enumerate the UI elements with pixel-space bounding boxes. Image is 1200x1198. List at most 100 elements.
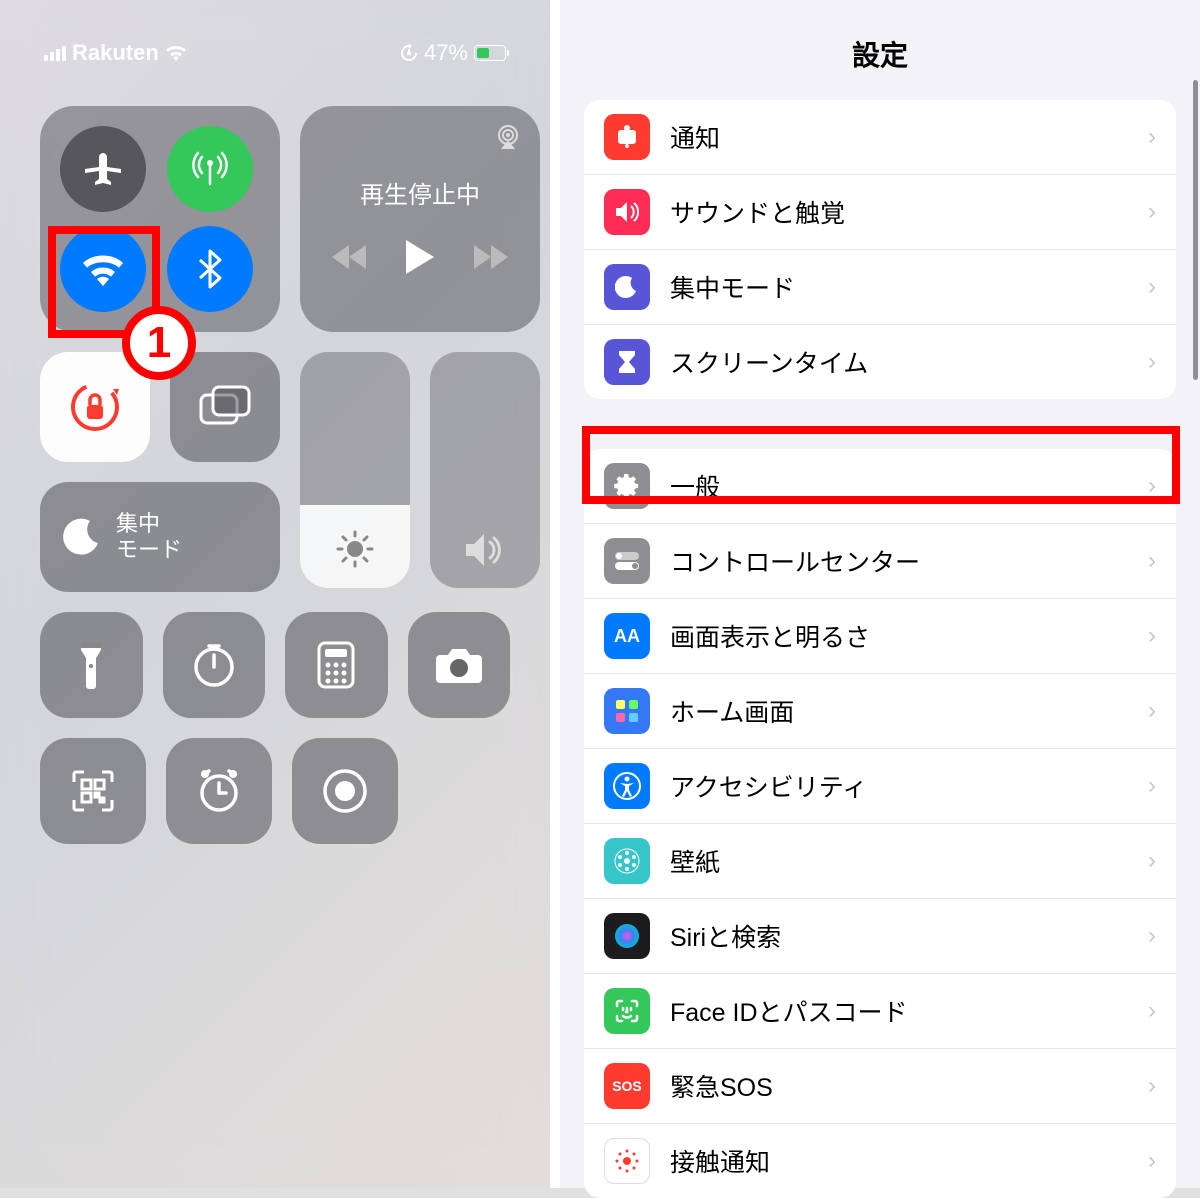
sos-icon: SOS bbox=[604, 1063, 650, 1109]
settings-label: ホーム画面 bbox=[670, 693, 1128, 729]
airplay-icon[interactable] bbox=[494, 124, 522, 150]
settings-app: 設定 通知 › サウンドと触覚 › 集中モード › スクリーンタイム › 一般 … bbox=[560, 0, 1200, 1188]
settings-row-moon[interactable]: 集中モード › bbox=[584, 250, 1176, 325]
signal-icon bbox=[44, 46, 66, 61]
chevron-right-icon: › bbox=[1148, 198, 1156, 226]
exposure-icon bbox=[604, 1138, 650, 1184]
speaker-icon bbox=[604, 189, 650, 235]
wifi-status-icon bbox=[165, 45, 187, 61]
settings-group-1: 通知 › サウンドと触覚 › 集中モード › スクリーンタイム › bbox=[584, 100, 1176, 399]
settings-label: 画面表示と明るさ bbox=[670, 618, 1128, 654]
flashlight-icon bbox=[77, 640, 105, 690]
media-status-label: 再生停止中 bbox=[360, 165, 480, 210]
settings-label: アクセシビリティ bbox=[670, 768, 1128, 804]
cellular-toggle[interactable] bbox=[167, 126, 253, 212]
lock-rotation-red-icon bbox=[67, 379, 123, 435]
camera-icon bbox=[434, 645, 484, 685]
play-button[interactable] bbox=[406, 240, 434, 274]
settings-label: 集中モード bbox=[670, 269, 1128, 305]
brightness-slider[interactable] bbox=[300, 352, 410, 588]
chevron-right-icon: › bbox=[1148, 922, 1156, 950]
screen-mirroring-button[interactable] bbox=[170, 352, 280, 462]
settings-row-exposure[interactable]: 接触通知 › bbox=[584, 1124, 1176, 1198]
calculator-icon bbox=[317, 641, 355, 689]
chevron-right-icon: › bbox=[1148, 697, 1156, 725]
chevron-right-icon: › bbox=[1148, 472, 1156, 500]
moon-icon bbox=[62, 517, 102, 557]
focus-mode-button[interactable]: 集中 モード bbox=[40, 482, 280, 592]
alarm-icon bbox=[195, 767, 243, 815]
lock-rotation-icon bbox=[400, 44, 418, 62]
faceid-icon bbox=[604, 988, 650, 1034]
settings-label: Face IDとパスコード bbox=[670, 993, 1128, 1029]
scroll-indicator[interactable] bbox=[1193, 80, 1198, 380]
camera-button[interactable] bbox=[408, 612, 511, 718]
screen-record-button[interactable] bbox=[292, 738, 398, 844]
settings-label: 緊急SOS bbox=[670, 1068, 1128, 1104]
volume-icon bbox=[464, 532, 506, 568]
gear-icon bbox=[604, 463, 650, 509]
focus-label: 集中 モード bbox=[116, 511, 182, 564]
settings-label: スクリーンタイム bbox=[670, 344, 1128, 380]
airplane-mode-toggle[interactable] bbox=[60, 126, 146, 212]
qr-scanner-button[interactable] bbox=[40, 738, 146, 844]
chevron-right-icon: › bbox=[1148, 1072, 1156, 1100]
timer-button[interactable] bbox=[163, 612, 266, 718]
settings-row-switches[interactable]: コントロールセンター › bbox=[584, 524, 1176, 599]
battery-icon bbox=[474, 45, 506, 61]
settings-row-hourglass[interactable]: スクリーンタイム › bbox=[584, 325, 1176, 399]
settings-label: 壁紙 bbox=[670, 843, 1128, 879]
home-grid-icon bbox=[604, 688, 650, 734]
media-panel[interactable]: 再生停止中 bbox=[300, 106, 540, 332]
status-bar: Rakuten 47% bbox=[40, 40, 510, 66]
sun-icon bbox=[336, 530, 374, 568]
rewind-button[interactable] bbox=[332, 245, 366, 269]
chevron-right-icon: › bbox=[1148, 622, 1156, 650]
chevron-right-icon: › bbox=[1148, 772, 1156, 800]
settings-label: 一般 bbox=[670, 468, 1128, 504]
chevron-right-icon: › bbox=[1148, 123, 1156, 151]
settings-row-siri[interactable]: Siriと検索 › bbox=[584, 899, 1176, 974]
forward-button[interactable] bbox=[474, 245, 508, 269]
settings-row-home-grid[interactable]: ホーム画面 › bbox=[584, 674, 1176, 749]
settings-group-2: 一般 › コントロールセンター › AA 画面表示と明るさ › ホーム画面 › … bbox=[584, 449, 1176, 1198]
settings-row-wallpaper[interactable]: 壁紙 › bbox=[584, 824, 1176, 899]
mirror-icon bbox=[199, 385, 251, 429]
settings-label: サウンドと触覚 bbox=[670, 194, 1128, 230]
chevron-right-icon: › bbox=[1148, 1147, 1156, 1175]
bluetooth-toggle[interactable] bbox=[167, 226, 253, 312]
settings-row-gear[interactable]: 一般 › bbox=[584, 449, 1176, 524]
settings-label: 通知 bbox=[670, 119, 1128, 155]
settings-row-speaker[interactable]: サウンドと触覚 › bbox=[584, 175, 1176, 250]
control-center: Rakuten 47% bbox=[0, 0, 550, 1188]
calculator-button[interactable] bbox=[285, 612, 388, 718]
wifi-icon bbox=[81, 252, 125, 286]
settings-label: コントロールセンター bbox=[670, 543, 1128, 579]
bell-icon bbox=[604, 114, 650, 160]
settings-row-text-size[interactable]: AA 画面表示と明るさ › bbox=[584, 599, 1176, 674]
accessibility-icon bbox=[604, 763, 650, 809]
flashlight-button[interactable] bbox=[40, 612, 143, 718]
settings-row-bell[interactable]: 通知 › bbox=[584, 100, 1176, 175]
hourglass-icon bbox=[604, 339, 650, 385]
settings-label: Siriと検索 bbox=[670, 918, 1128, 954]
settings-row-sos[interactable]: SOS 緊急SOS › bbox=[584, 1049, 1176, 1124]
carrier-label: Rakuten bbox=[72, 40, 159, 66]
settings-row-faceid[interactable]: Face IDとパスコード › bbox=[584, 974, 1176, 1049]
alarm-button[interactable] bbox=[166, 738, 272, 844]
timer-icon bbox=[191, 642, 237, 688]
antenna-icon bbox=[190, 149, 230, 189]
panel-divider bbox=[550, 0, 560, 1188]
record-icon bbox=[322, 768, 368, 814]
settings-title: 設定 bbox=[560, 0, 1200, 100]
volume-slider[interactable] bbox=[430, 352, 540, 588]
wifi-toggle[interactable] bbox=[60, 226, 146, 312]
chevron-right-icon: › bbox=[1148, 997, 1156, 1025]
qr-icon bbox=[70, 768, 116, 814]
annotation-badge-1: 1 bbox=[122, 306, 196, 380]
connectivity-panel[interactable] bbox=[40, 106, 280, 332]
switches-icon bbox=[604, 538, 650, 584]
chevron-right-icon: › bbox=[1148, 273, 1156, 301]
chevron-right-icon: › bbox=[1148, 348, 1156, 376]
settings-row-accessibility[interactable]: アクセシビリティ › bbox=[584, 749, 1176, 824]
